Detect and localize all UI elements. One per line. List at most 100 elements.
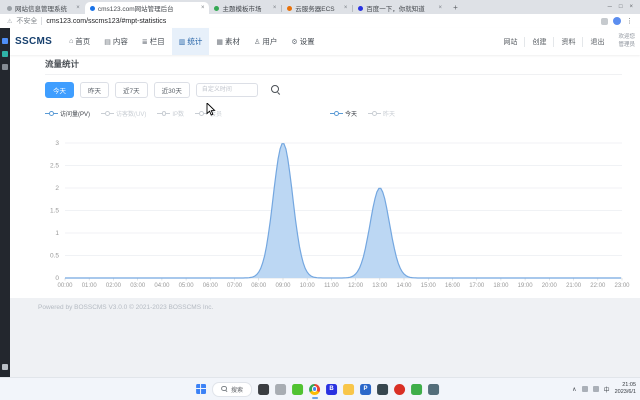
legend-今天[interactable]: 今天 (330, 109, 357, 118)
divider (45, 74, 622, 75)
x-tick-label: 09:00 (275, 283, 291, 289)
app-p-icon[interactable]: P (360, 383, 372, 395)
nav-label: 内容 (112, 37, 128, 46)
pinned-tool-teal[interactable] (2, 51, 8, 57)
tab-close-icon[interactable]: × (201, 5, 205, 11)
app-dark-icon[interactable] (377, 383, 389, 395)
nav-icon: ♙ (254, 38, 261, 46)
header-link-资料[interactable]: 资料 (553, 36, 582, 47)
address-bar[interactable]: cms123.com/sscms123/#mpt-statistics (46, 18, 166, 25)
legend-label: 昨天 (383, 112, 396, 118)
x-tick-label: 07:00 (227, 283, 243, 289)
nav-item-设置[interactable]: ⚙ 设置 (284, 28, 321, 55)
nav-icon: ▥ (178, 38, 186, 46)
nav-label: 用户 (262, 37, 278, 46)
footer-text: Powered by BOSSCMS V3.0.0 © 2021-2023 BO… (38, 304, 214, 311)
x-tick-label: 13:00 (372, 283, 388, 289)
y-tick-label: 2.5 (50, 163, 59, 170)
minimize-button[interactable]: ─ (608, 4, 612, 10)
strip-settings[interactable] (2, 364, 8, 370)
app-green-icon[interactable] (411, 383, 423, 395)
legend-marker-icon (330, 111, 343, 117)
browser-toolbar: ⚠ 不安全 cms123.com/sscms123/#mpt-statistic… (0, 14, 640, 29)
legend-marker-icon (45, 111, 58, 117)
app-gray-icon[interactable] (275, 383, 287, 395)
file-explorer-icon[interactable] (343, 383, 355, 395)
header-link-网站[interactable]: 网站 (496, 37, 524, 47)
tab-close-icon[interactable]: × (273, 5, 277, 11)
cms-logo[interactable]: SSCMS (10, 36, 62, 47)
tab-favicon (287, 5, 293, 11)
nav-item-首页[interactable]: ⌂ 首页 (62, 28, 97, 55)
legend-访客数(UV)[interactable]: 访客数(UV) (101, 109, 146, 118)
legend-label: 访问量(PV) (60, 112, 91, 118)
volume-icon[interactable] (592, 386, 599, 392)
pinned-tool-gray[interactable] (2, 64, 8, 70)
taskbar-clock[interactable]: 21:05 2023/6/1 (615, 382, 636, 396)
legend-昨天[interactable]: 昨天 (368, 109, 395, 118)
nav-icon: ▦ (216, 38, 224, 46)
pinned-tool-blue[interactable] (2, 38, 8, 44)
x-tick-label: 06:00 (203, 283, 219, 289)
tab-close-icon[interactable]: × (438, 5, 442, 11)
profile-avatar[interactable] (613, 17, 621, 25)
wechat-icon[interactable] (292, 383, 304, 395)
nav-icon: ⌂ (69, 38, 74, 45)
taskbar-search[interactable]: 搜索 (212, 381, 253, 397)
header-link-创建[interactable]: 创建 (524, 36, 553, 47)
x-tick-label: 20:00 (542, 283, 558, 289)
filter-昨天[interactable]: 昨天 (80, 82, 109, 98)
network-icon[interactable] (581, 386, 588, 392)
chrome-icon[interactable] (309, 383, 321, 395)
tray-chevron-icon[interactable]: ∧ (572, 386, 576, 393)
tab-close-icon[interactable]: × (76, 5, 80, 11)
nav-item-内容[interactable]: ▤ 内容 (97, 28, 135, 55)
search-button[interactable] (270, 84, 282, 96)
browser-tab[interactable]: 网站信息管理系统 × (2, 2, 85, 14)
x-tick-label: 22:00 (590, 283, 606, 289)
x-tick-label: 18:00 (493, 283, 509, 289)
nav-item-用户[interactable]: ♙ 用户 (247, 28, 284, 55)
maximize-button[interactable]: □ (619, 4, 623, 10)
nav-item-栏目[interactable]: ≣ 栏目 (135, 28, 172, 55)
start-button[interactable] (196, 384, 207, 394)
browser-tab[interactable]: 云服务器ECS × (282, 2, 352, 14)
x-tick-label: 04:00 (154, 283, 170, 289)
new-tab-button[interactable]: + (450, 2, 461, 13)
nav-label: 统计 (187, 37, 203, 46)
browser-tab[interactable]: cms123.com网站管理后台 × (84, 2, 210, 14)
extensions-icon[interactable] (601, 17, 608, 25)
legend-label: 访客数(UV) (116, 112, 147, 118)
date-range-input[interactable] (195, 83, 258, 97)
notes-app-icon[interactable] (428, 383, 440, 395)
baidu-app-icon[interactable]: B (326, 383, 338, 395)
nav-item-素材[interactable]: ▦ 素材 (209, 28, 247, 55)
nav-item-统计[interactable]: ▥ 统计 (171, 28, 210, 55)
y-tick-label: 1.5 (50, 208, 59, 215)
x-tick-label: 02:00 (106, 283, 122, 289)
security-label[interactable]: 不安全 (16, 16, 37, 26)
filter-近30天[interactable]: 近30天 (153, 82, 190, 98)
browser-tab[interactable]: 主题模板市场 × (209, 2, 281, 14)
welcome-text: 欢迎您 管理员 (611, 34, 635, 48)
app-red-icon[interactable] (394, 383, 406, 395)
x-tick-label: 15:00 (421, 283, 437, 289)
filter-近7天[interactable]: 近7天 (115, 82, 148, 98)
ime-indicator[interactable]: 中 (604, 385, 610, 394)
range-buttons: 今天 昨天 近7天 近30天 (45, 82, 190, 98)
metric-legend: 访问量(PV) 访客数(UV) IP数 会员 (45, 109, 222, 118)
desktop: 网站信息管理系统 × cms123.com网站管理后台 × 主题模板市场 × 云服务器ECS… (0, 0, 640, 400)
header-link-退出[interactable]: 退出 (582, 36, 611, 47)
header-right: 网站 创建 资料 退出 欢迎您 管理员 (496, 34, 640, 48)
line-series-today (65, 143, 621, 279)
close-button[interactable]: × (629, 4, 633, 10)
clock-time: 21:05 (622, 381, 636, 388)
tab-close-icon[interactable]: × (344, 5, 348, 11)
browser-menu-icon[interactable]: ⋮ (626, 18, 633, 25)
legend-IP数[interactable]: IP数 (157, 109, 184, 118)
task-view-icon[interactable] (258, 383, 270, 395)
browser-tab[interactable]: 百度一下，你就知道 × (353, 2, 447, 14)
filter-今天[interactable]: 今天 (45, 82, 74, 98)
legend-访问量(PV)[interactable]: 访问量(PV) (45, 109, 90, 118)
system-tray: ∧ 中 21:05 2023/6/1 (572, 378, 636, 400)
